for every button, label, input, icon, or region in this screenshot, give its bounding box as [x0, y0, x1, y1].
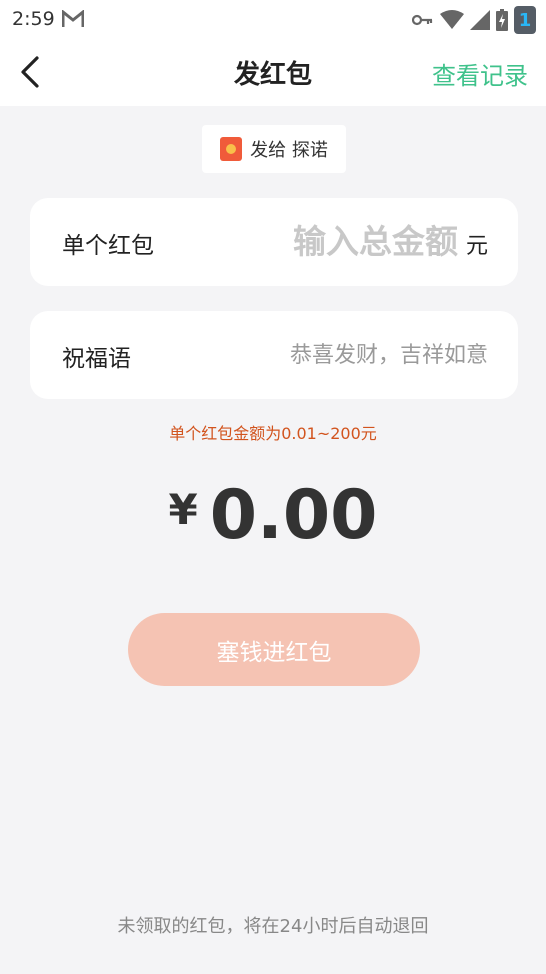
signal-icon — [470, 10, 490, 30]
status-time: 2:59 — [12, 8, 55, 30]
status-bar: 2:59 1 — [0, 0, 546, 40]
wifi-icon — [440, 10, 464, 29]
recipient-text: 发给 探诺 — [250, 140, 328, 161]
amount-label: 单个红包 — [62, 233, 154, 259]
amount-hint: 单个红包金额为0.01~200元 — [169, 424, 377, 443]
amount-unit: 元 — [465, 234, 488, 259]
greeting-card: 祝福语 — [30, 311, 518, 399]
total-value: 0.00 — [209, 476, 378, 555]
notification-badge: 1 — [514, 6, 536, 34]
gmail-icon — [62, 10, 84, 27]
vpn-key-icon — [412, 14, 433, 26]
refund-note: 未领取的红包，将在24小时后自动退回 — [117, 916, 429, 937]
greeting-label: 祝福语 — [62, 346, 131, 372]
total-amount: ¥0.00 — [0, 476, 546, 555]
put-money-button[interactable]: 塞钱进红包 — [128, 613, 420, 686]
greeting-input[interactable] — [188, 335, 488, 375]
amount-input[interactable] — [238, 218, 458, 264]
view-records-button[interactable]: 查看记录 — [432, 56, 528, 91]
recipient-chip: 发给 探诺 — [202, 125, 346, 173]
amount-card: 单个红包 元 — [30, 198, 518, 286]
currency-symbol: ¥ — [168, 485, 198, 534]
nav-bar: 发红包 查看记录 — [0, 40, 546, 106]
red-envelope-icon — [220, 137, 243, 161]
status-icons: 1 — [412, 6, 536, 34]
battery-charging-icon — [496, 9, 508, 31]
